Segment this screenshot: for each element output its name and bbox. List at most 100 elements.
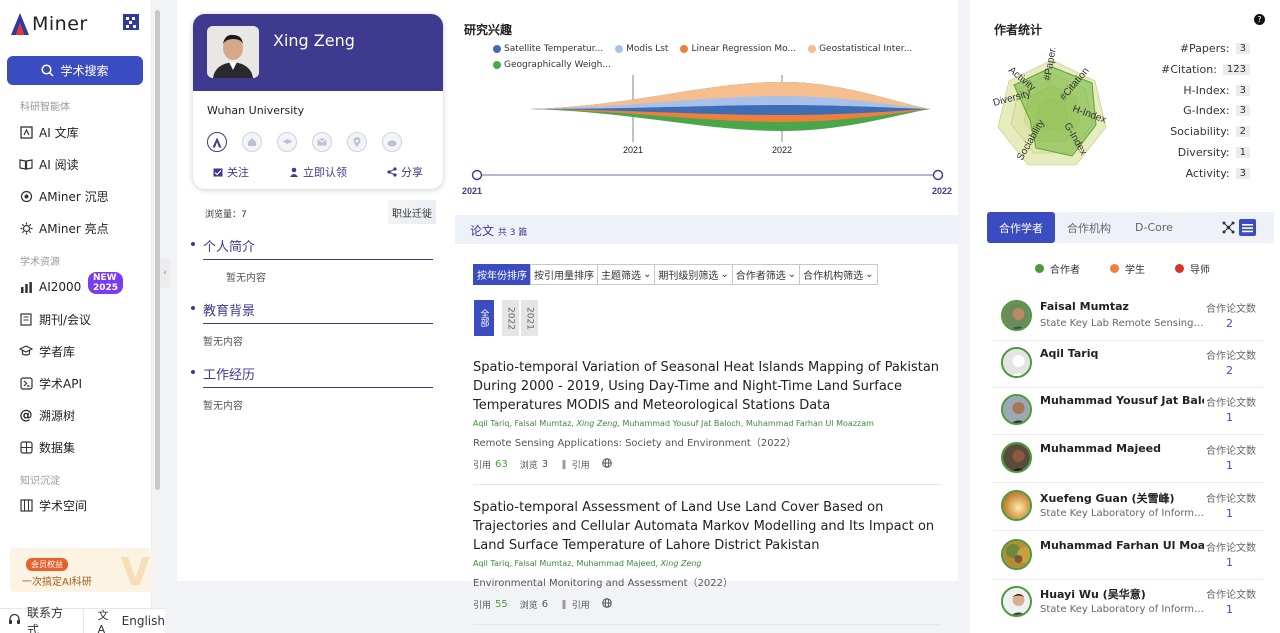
legend-item[interactable]: Geographically Weigh... bbox=[493, 60, 611, 70]
weibo-icon[interactable] bbox=[382, 132, 402, 152]
sidebar-footer: 联系方式 文A English bbox=[0, 606, 165, 633]
interest-streamgraph[interactable]: 2021 2022 2021 2022 bbox=[455, 70, 958, 200]
nav-academic-space[interactable]: 学术空间 bbox=[19, 495, 87, 515]
nav-journals-conferences[interactable]: 期刊/会议 bbox=[19, 309, 91, 329]
cite-button[interactable]: 引用 bbox=[572, 458, 590, 471]
sidebar: Miner 学术搜索 科研智能体 AI 文库 AI 阅读 AMiner 沉思 A… bbox=[0, 0, 152, 633]
nav-scholar-library[interactable]: 学者库 bbox=[19, 341, 75, 361]
help-icon[interactable]: ? bbox=[1254, 14, 1265, 25]
graph-view-icon[interactable] bbox=[1220, 219, 1237, 236]
legend-dot bbox=[493, 61, 501, 69]
tab-co-institutions[interactable]: 合作机构 bbox=[1060, 212, 1118, 243]
highlighted-author[interactable]: Xing Zeng, bbox=[576, 419, 620, 428]
share-icon bbox=[387, 167, 397, 177]
citations-count[interactable]: 63 bbox=[495, 459, 508, 470]
nav-ai-library[interactable]: AI 文库 bbox=[19, 122, 79, 142]
contact-link[interactable]: 联系方式 bbox=[8, 604, 75, 633]
globe-icon[interactable] bbox=[601, 598, 612, 611]
coauthored-papers-count: 1 bbox=[1226, 459, 1233, 472]
legend-student[interactable]: 学生 bbox=[1110, 261, 1145, 276]
coauthor-item[interactable]: Huayi Wu (吴华意) State Key Laboratory of I… bbox=[993, 582, 1263, 627]
topic-filter-dropdown[interactable]: 主题筛选 ⌄ bbox=[597, 264, 656, 285]
legend-item[interactable]: Modis Lst bbox=[615, 44, 668, 54]
tab-coauthors[interactable]: 合作学者 bbox=[987, 212, 1055, 243]
authors-text[interactable]: Aqil Tariq, Faisal Mumtaz, Muhammad Maje… bbox=[473, 559, 658, 568]
globe-icon[interactable] bbox=[601, 458, 612, 471]
legend-dot bbox=[493, 45, 501, 53]
aminer-profile-icon[interactable] bbox=[207, 132, 227, 152]
follow-label: 关注 bbox=[227, 166, 249, 179]
coauthor-filter-dropdown[interactable]: 合作者筛选 ⌄ bbox=[731, 264, 801, 285]
legend-collaborator[interactable]: 合作者 bbox=[1035, 261, 1080, 276]
bar-chart-icon bbox=[19, 280, 33, 294]
membership-promo[interactable]: V 会员权益 一次搞定AI科研 bbox=[10, 548, 152, 592]
authors-text[interactable]: Aqil Tariq, Faisal Mumtaz, bbox=[473, 419, 574, 428]
year-filter-all[interactable]: 全部 bbox=[474, 300, 494, 336]
legend-label: Geostatistical Inter... bbox=[819, 44, 913, 54]
author-stats-radar[interactable]: #Papers #Citation H-Index G-Index Sociab… bbox=[990, 48, 1120, 178]
institution-filter-dropdown[interactable]: 合作机构筛选 ⌄ bbox=[799, 264, 878, 285]
paper-title[interactable]: Spatio-temporal Variation of Seasonal He… bbox=[473, 358, 943, 415]
nav-ai2000[interactable]: AI2000 NEW 2025 bbox=[19, 272, 124, 297]
coauthor-item[interactable]: Muhammad Yousuf Jat Baloch 合作论文数 1 bbox=[993, 390, 1263, 435]
nav-label: AI 阅读 bbox=[39, 157, 79, 172]
papers-tab[interactable]: 论文 共 3 篇 bbox=[470, 222, 527, 239]
nav-aminer-contemplation[interactable]: AMiner 沉思 bbox=[19, 186, 109, 206]
cite-button[interactable]: 引用 bbox=[572, 598, 590, 611]
legend-item[interactable]: Satellite Temperatur... bbox=[493, 44, 603, 54]
journal-level-filter-dropdown[interactable]: 期刊级别筛选 ⌄ bbox=[654, 264, 733, 285]
aminer-logo[interactable]: Miner bbox=[10, 10, 88, 38]
coauthor-item[interactable]: Muhammad Majeed 合作论文数 1 bbox=[993, 438, 1263, 483]
location-icon[interactable] bbox=[347, 132, 367, 152]
sort-by-citation-button[interactable]: 按引用量排序 bbox=[530, 264, 598, 285]
year-filter-2022[interactable]: 2022 bbox=[502, 300, 519, 336]
share-button[interactable]: 分享 bbox=[387, 164, 423, 180]
coauthored-papers-label: 合作论文数 bbox=[1204, 394, 1256, 409]
paper-title[interactable]: Spatio-temporal Assessment of Land Use L… bbox=[473, 498, 943, 555]
sidebar-collapse-handle[interactable]: ‹ bbox=[160, 258, 170, 288]
list-view-icon[interactable] bbox=[1239, 219, 1256, 236]
timeline-end-handle[interactable] bbox=[932, 169, 944, 181]
sidebar-scrollbar-thumb[interactable] bbox=[155, 10, 160, 490]
coauthor-item[interactable]: Muhammad Farhan Ul Moazzam 合作论文数 1 bbox=[993, 535, 1263, 580]
profile-actions: 关注 立即认领 分享 bbox=[193, 164, 443, 180]
citations-count[interactable]: 55 bbox=[495, 599, 508, 610]
nav-ai-reading[interactable]: AI 阅读 bbox=[19, 154, 79, 174]
legend-item[interactable]: Linear Regression Mo... bbox=[680, 44, 796, 54]
chevron-down-icon: ⌄ bbox=[643, 269, 652, 280]
coauthor-avatar bbox=[1001, 490, 1032, 521]
authors-text[interactable]: Muhammad Yousuf Jat Baloch, Muhammad Far… bbox=[620, 419, 874, 428]
stat-value: 3 bbox=[1235, 85, 1250, 96]
pixel-logo-icon[interactable] bbox=[122, 12, 140, 32]
sort-by-year-button[interactable]: 按年份排序 bbox=[473, 264, 531, 285]
legend-advisor[interactable]: 导师 bbox=[1175, 261, 1210, 276]
education-icon[interactable] bbox=[277, 132, 297, 152]
papers-tab-bar bbox=[455, 215, 958, 244]
nav-trace-tree[interactable]: @ 溯源树 bbox=[19, 405, 76, 425]
promo-text: 一次搞定AI科研 bbox=[22, 577, 92, 588]
highlighted-author[interactable]: Xing Zeng bbox=[661, 559, 702, 568]
coauthored-papers-label: 合作论文数 bbox=[1204, 586, 1256, 601]
year-filter-2021[interactable]: 2021 bbox=[521, 300, 538, 336]
nav-aminer-highlights[interactable]: AMiner 亮点 bbox=[19, 218, 109, 238]
legend-item[interactable]: Geostatistical Inter... bbox=[808, 44, 912, 54]
homepage-icon[interactable] bbox=[242, 132, 262, 152]
nav-datasets[interactable]: 数据集 bbox=[19, 437, 75, 457]
coauthor-name: Faisal Mumtaz bbox=[1040, 300, 1129, 313]
coauthor-item[interactable]: Faisal Mumtaz State Key Lab Remote Sensi… bbox=[993, 296, 1263, 341]
timeline-start-handle[interactable] bbox=[471, 169, 483, 181]
email-icon[interactable] bbox=[312, 132, 332, 152]
academic-search-button[interactable]: 学术搜索 bbox=[7, 56, 143, 85]
coauthored-papers-label: 合作论文数 bbox=[1204, 347, 1256, 362]
coauthor-affiliation: State Key Laboratory of Information... bbox=[1040, 604, 1206, 615]
career-migration-button[interactable]: 职业迁徙 bbox=[388, 200, 436, 224]
coauthor-item[interactable]: Xuefeng Guan (关雪峰) State Key Laboratory … bbox=[993, 486, 1263, 531]
follow-button[interactable]: 关注 bbox=[213, 164, 249, 180]
tab-d-core[interactable]: D-Core bbox=[1125, 212, 1183, 243]
language-switch[interactable]: 文A English bbox=[98, 607, 165, 633]
claim-profile-button[interactable]: 立即认领 bbox=[289, 164, 347, 180]
journal-icon bbox=[19, 312, 33, 326]
coauthor-item[interactable]: Aqil Tariq 合作论文数 2 bbox=[993, 343, 1263, 388]
profile-institution[interactable]: Wuhan University bbox=[207, 104, 304, 117]
nav-academic-api[interactable]: 学术API bbox=[19, 373, 82, 393]
